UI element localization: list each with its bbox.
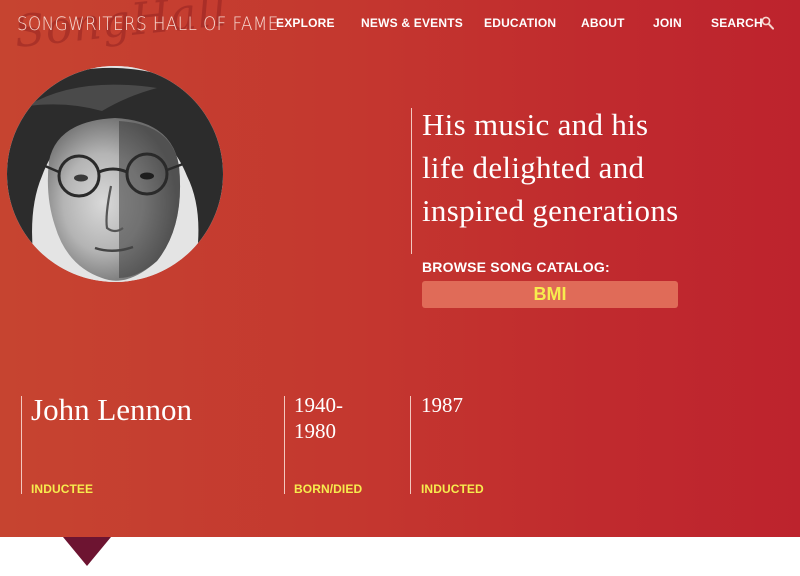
nav-item-education[interactable]: EDUCATION [484, 16, 556, 30]
born-died-years: 1940- 1980 [294, 392, 343, 444]
nav-item-about[interactable]: ABOUT [581, 16, 625, 30]
nav-item-join[interactable]: JOIN [653, 16, 682, 30]
born-year: 1940- [294, 393, 343, 417]
main-nav: EXPLORE NEWS & EVENTS EDUCATION ABOUT JO… [0, 16, 800, 30]
nav-item-news-events[interactable]: NEWS & EVENTS [361, 16, 463, 30]
inductee-label: INDUCTEE [31, 482, 94, 496]
quote-line: His music and his [422, 107, 649, 142]
bmi-catalog-button[interactable]: BMI [422, 281, 678, 308]
inducted-year: 1987 [421, 393, 463, 417]
browse-catalog-label: BROWSE SONG CATALOG: [422, 259, 610, 275]
section-pointer [63, 537, 111, 566]
inducted-label: INDUCTED [421, 482, 484, 496]
magnifier-icon[interactable] [761, 16, 774, 30]
portrait-image [7, 66, 223, 282]
died-year: 1980 [294, 419, 336, 443]
quote-line: life delighted and [422, 150, 645, 185]
nav-item-search[interactable]: SEARCH [711, 16, 763, 30]
hero-section: SongHall Songwriters Hall of Fame EXPLOR… [0, 0, 800, 537]
born-died-label: BORN/DIED [294, 482, 363, 496]
inductee-portrait [7, 66, 223, 282]
fact-divider [284, 396, 285, 494]
quote-divider [411, 108, 412, 254]
fact-divider [21, 396, 22, 494]
inductee-name: John Lennon [31, 392, 193, 427]
hero-quote: His music and his life delighted and ins… [422, 103, 752, 232]
fact-divider [410, 396, 411, 494]
nav-item-explore[interactable]: EXPLORE [276, 16, 335, 30]
quote-line: inspired generations [422, 193, 679, 228]
